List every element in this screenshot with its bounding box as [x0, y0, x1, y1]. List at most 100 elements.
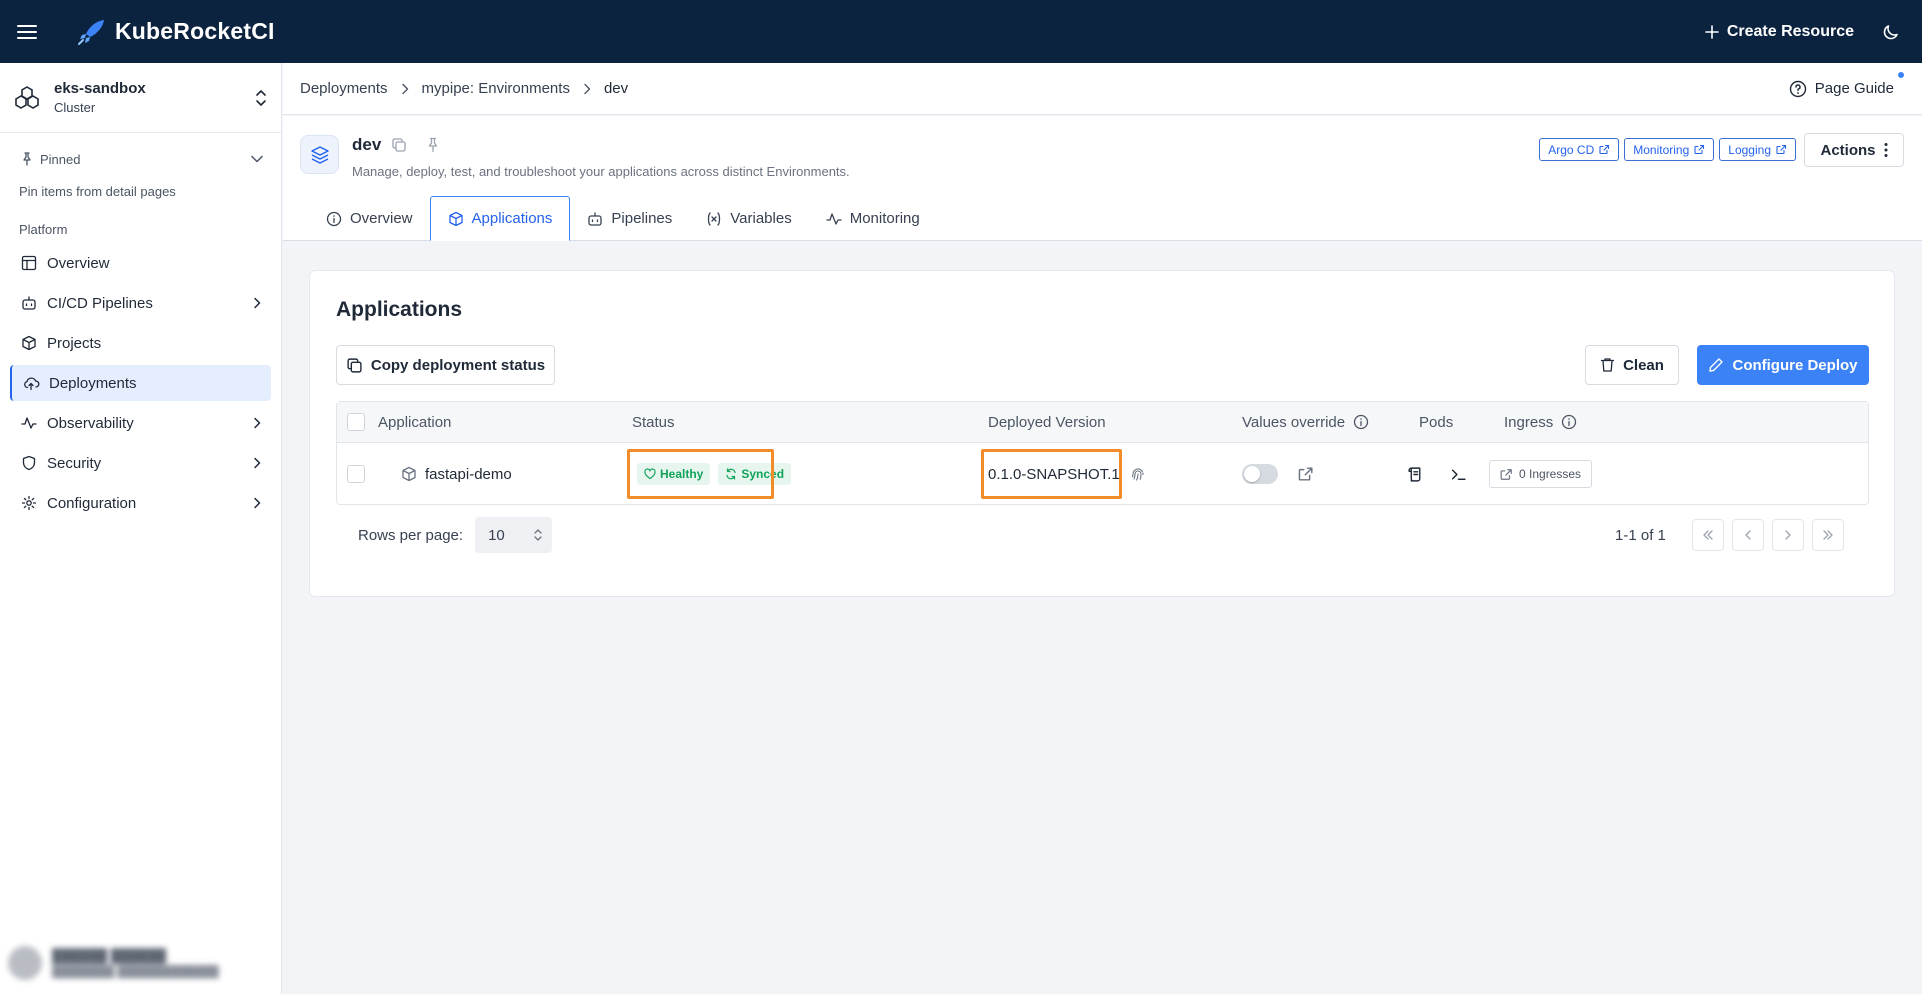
rows-per-page-label: Rows per page:	[358, 526, 464, 544]
pin-icon[interactable]	[425, 137, 441, 153]
sidebar-item-label: Observability	[47, 414, 134, 432]
environment-tabs: Overview Applications Pipelines Variable…	[309, 196, 937, 241]
applications-card: Applications Copy deployment status Clea…	[309, 270, 1895, 597]
environment-header: dev Manage, deploy, test, and troublesho…	[283, 116, 1922, 241]
prev-page-button[interactable]	[1732, 519, 1764, 551]
shield-icon	[22, 455, 36, 471]
page-guide-button[interactable]: Page Guide	[1789, 71, 1904, 98]
chevron-left-icon	[1745, 530, 1751, 540]
fingerprint-icon[interactable]	[1130, 466, 1146, 482]
select-all-checkbox[interactable]	[347, 413, 365, 431]
argocd-link[interactable]: Argo CD	[1539, 138, 1620, 161]
application-name-link[interactable]: fastapi-demo	[425, 466, 512, 483]
chevron-up-down-icon	[534, 529, 542, 541]
actions-button[interactable]: Actions	[1804, 133, 1904, 167]
sidebar-item-security[interactable]: Security	[10, 445, 271, 481]
bot-icon	[588, 211, 603, 226]
tab-label: Monitoring	[849, 210, 920, 227]
sidebar-item-label: Deployments	[49, 374, 137, 392]
external-link-icon[interactable]	[1298, 466, 1314, 482]
clean-label: Clean	[1623, 356, 1664, 374]
sidebar-item-configuration[interactable]: Configuration	[10, 485, 271, 521]
clean-button[interactable]: Clean	[1585, 345, 1679, 385]
activity-icon	[826, 212, 842, 225]
ingresses-button[interactable]: 0 Ingresses	[1489, 460, 1593, 488]
next-page-button[interactable]	[1772, 519, 1804, 551]
cluster-type: Cluster	[54, 100, 96, 115]
cluster-icon	[15, 85, 39, 109]
notification-dot	[1898, 71, 1904, 78]
rows-per-page-value: 10	[488, 526, 505, 544]
tab-label: Variables	[730, 210, 792, 227]
gear-icon	[21, 495, 37, 511]
last-page-button[interactable]	[1812, 519, 1844, 551]
info-icon[interactable]	[1561, 414, 1577, 430]
box-icon	[402, 466, 416, 482]
column-ingress: Ingress	[1504, 413, 1554, 431]
sidebar-item-label: CI/CD Pipelines	[47, 294, 153, 312]
chevron-right-icon	[254, 497, 261, 509]
tab-pipelines[interactable]: Pipelines	[570, 196, 689, 241]
sidebar-item-label: Configuration	[47, 494, 137, 512]
column-deployed-version[interactable]: Deployed Version	[988, 402, 1106, 442]
scroll-logs-icon[interactable]	[1407, 466, 1424, 483]
cluster-name: eks-sandbox	[54, 80, 146, 97]
menu-icon[interactable]	[13, 18, 41, 46]
sidebar-item-cicd-pipelines[interactable]: CI/CD Pipelines	[10, 285, 271, 321]
cluster-selector[interactable]: eks-sandbox Cluster	[0, 63, 281, 133]
create-resource-button[interactable]: Create Resource	[1705, 23, 1854, 41]
column-application[interactable]: Application	[378, 402, 451, 442]
theme-toggle-icon[interactable]	[1882, 23, 1900, 41]
platform-section-label: Platform	[19, 222, 68, 237]
pinned-section-toggle[interactable]: Pinned	[20, 149, 263, 169]
breadcrumb-bar: Deployments mypipe: Environments dev Pag…	[283, 63, 1922, 115]
applications-title: Applications	[336, 298, 463, 321]
tab-overview[interactable]: Overview	[309, 196, 430, 241]
avatar	[8, 946, 42, 980]
breadcrumb-environments[interactable]: mypipe: Environments	[422, 80, 570, 97]
activity-icon	[21, 417, 37, 429]
sidebar-item-label: Security	[47, 454, 102, 472]
version-highlight-box	[981, 449, 1122, 499]
external-link-icon	[1776, 144, 1787, 155]
terminal-icon[interactable]	[1450, 466, 1467, 483]
info-icon	[326, 211, 342, 226]
user-name-redacted: ██████ ██████	[52, 948, 167, 963]
argocd-link-label: Argo CD	[1548, 142, 1595, 157]
row-checkbox[interactable]	[347, 465, 365, 483]
breadcrumb-deployments[interactable]: Deployments	[300, 80, 388, 97]
monitoring-link[interactable]: Monitoring	[1624, 138, 1715, 161]
chevron-right-icon	[254, 417, 261, 429]
sidebar-item-deployments[interactable]: Deployments	[10, 365, 271, 401]
first-page-button[interactable]	[1692, 519, 1724, 551]
info-icon[interactable]	[1353, 414, 1369, 430]
table-row: fastapi-demo Healthy Synced 0.1.0-SNAPSH…	[337, 443, 1868, 505]
sidebar-item-label: Overview	[47, 254, 110, 272]
box-icon	[448, 211, 463, 226]
copy-icon[interactable]	[391, 137, 407, 153]
bot-icon	[22, 296, 36, 310]
chevron-down-icon	[251, 155, 263, 163]
column-status[interactable]: Status	[632, 402, 675, 442]
sidebar: eks-sandbox Cluster Pinned Pin items fro…	[0, 63, 282, 994]
variable-icon	[708, 211, 721, 226]
monitoring-link-label: Monitoring	[1633, 142, 1690, 157]
tab-monitoring[interactable]: Monitoring	[809, 196, 937, 241]
sidebar-item-overview[interactable]: Overview	[10, 245, 271, 281]
rows-per-page-select[interactable]: 10	[475, 517, 553, 553]
logging-link[interactable]: Logging	[1719, 138, 1796, 161]
brand-logo[interactable]: KubeRocketCI	[77, 18, 275, 46]
sidebar-item-observability[interactable]: Observability	[10, 405, 271, 441]
rocket-icon	[78, 19, 104, 45]
pencil-icon	[1709, 358, 1724, 372]
tab-variables[interactable]: Variables	[689, 196, 808, 241]
applications-table: Application Status Deployed Version Valu…	[336, 401, 1869, 505]
values-override-toggle[interactable]	[1242, 464, 1278, 484]
configure-deploy-button[interactable]: Configure Deploy	[1697, 345, 1869, 385]
ingresses-label: 0 Ingresses	[1519, 467, 1582, 481]
tab-applications[interactable]: Applications	[429, 196, 571, 241]
sidebar-item-projects[interactable]: Projects	[10, 325, 271, 361]
copy-deployment-status-button[interactable]: Copy deployment status	[336, 345, 555, 385]
chevron-right-icon	[401, 83, 409, 95]
user-account-blurred[interactable]: ██████ ██████ ████████ █████████████	[8, 942, 272, 984]
